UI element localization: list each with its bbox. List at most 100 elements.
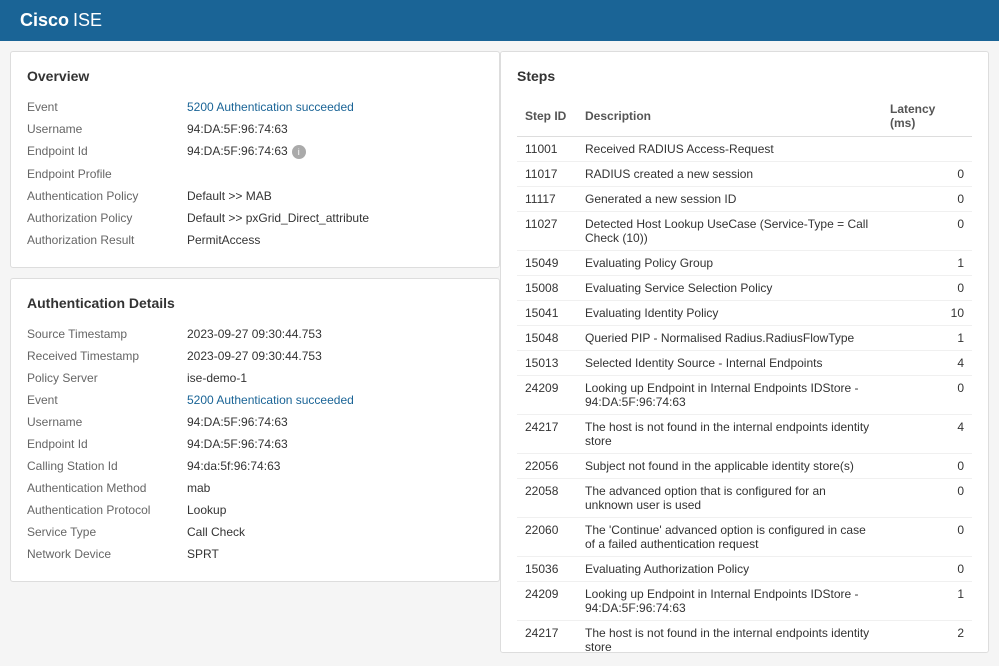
field-value: Default >> MAB [187,189,272,203]
left-panel: Overview Event5200 Authentication succee… [10,51,500,653]
table-row: 15041Evaluating Identity Policy10 [517,301,972,326]
col-header-stepid: Step ID [517,96,577,137]
field-label: Endpoint Id [27,144,187,158]
auth-field-row: Username94:DA:5F:96:74:63 [27,411,483,433]
field-label: Event [27,100,187,114]
step-id-cell: 24209 [517,582,577,621]
step-id-cell: 15008 [517,276,577,301]
step-id-cell: 15013 [517,351,577,376]
step-latency-cell: 0 [882,162,972,187]
step-id-cell: 11017 [517,162,577,187]
auth-details-title: Authentication Details [27,295,483,311]
step-desc-cell: The 'Continue' advanced option is config… [577,518,882,557]
steps-panel: Steps Step ID Description Latency (ms) 1… [500,51,989,653]
auth-field-row: Authentication ProtocolLookup [27,499,483,521]
overview-field-row: Authentication PolicyDefault >> MAB [27,185,483,207]
field-label: Policy Server [27,371,187,385]
step-id-cell: 11117 [517,187,577,212]
field-value: 94:DA:5F:96:74:63 [187,415,288,429]
step-desc-cell: RADIUS created a new session [577,162,882,187]
field-value: ise-demo-1 [187,371,247,385]
step-desc-cell: The host is not found in the internal en… [577,415,882,454]
field-value[interactable]: 5200 Authentication succeeded [187,100,354,114]
brand-ise: ISE [73,10,102,31]
field-value: 94:DA:5F:96:74:63i [187,144,306,159]
steps-tbody: 11001Received RADIUS Access-Request11017… [517,137,972,654]
field-value: 2023-09-27 09:30:44.753 [187,327,322,341]
field-label: Username [27,415,187,429]
table-row: 24217The host is not found in the intern… [517,415,972,454]
step-desc-cell: Evaluating Service Selection Policy [577,276,882,301]
step-id-cell: 24209 [517,376,577,415]
auth-field-row: Authentication Methodmab [27,477,483,499]
overview-card: Overview Event5200 Authentication succee… [10,51,500,268]
field-value: SPRT [187,547,219,561]
step-latency-cell: 4 [882,415,972,454]
field-label: Endpoint Id [27,437,187,451]
step-latency-cell [882,137,972,162]
field-label: Endpoint Profile [27,167,187,181]
step-id-cell: 15048 [517,326,577,351]
field-label: Authentication Protocol [27,503,187,517]
step-latency-cell: 0 [882,376,972,415]
step-id-cell: 15049 [517,251,577,276]
step-latency-cell: 1 [882,251,972,276]
step-id-cell: 22058 [517,479,577,518]
auth-field-row: Endpoint Id94:DA:5F:96:74:63 [27,433,483,455]
steps-table: Step ID Description Latency (ms) 11001Re… [517,96,972,653]
overview-field-row: Endpoint Id94:DA:5F:96:74:63i [27,140,483,163]
field-label: Event [27,393,187,407]
table-row: 15049Evaluating Policy Group1 [517,251,972,276]
step-desc-cell: The advanced option that is configured f… [577,479,882,518]
col-header-desc: Description [577,96,882,137]
info-icon[interactable]: i [292,145,306,159]
step-desc-cell: Looking up Endpoint in Internal Endpoint… [577,376,882,415]
table-row: 15048Queried PIP - Normalised Radius.Rad… [517,326,972,351]
step-id-cell: 15041 [517,301,577,326]
overview-field-row: Endpoint Profile [27,163,483,185]
field-label: Authentication Method [27,481,187,495]
field-value: 94:da:5f:96:74:63 [187,459,280,473]
table-row: 11027Detected Host Lookup UseCase (Servi… [517,212,972,251]
step-latency-cell: 0 [882,518,972,557]
steps-header-row: Step ID Description Latency (ms) [517,96,972,137]
field-value: mab [187,481,210,495]
overview-field-row: Event5200 Authentication succeeded [27,96,483,118]
field-label: Network Device [27,547,187,561]
step-latency-cell: 0 [882,557,972,582]
auth-details-fields: Source Timestamp2023-09-27 09:30:44.753R… [27,323,483,565]
table-row: 22056Subject not found in the applicable… [517,454,972,479]
step-desc-cell: Subject not found in the applicable iden… [577,454,882,479]
field-value[interactable]: 5200 Authentication succeeded [187,393,354,407]
step-latency-cell: 1 [882,326,972,351]
table-row: 24217The host is not found in the intern… [517,621,972,654]
auth-field-row: Service TypeCall Check [27,521,483,543]
step-id-cell: 11001 [517,137,577,162]
step-latency-cell: 2 [882,621,972,654]
overview-field-row: Authorization PolicyDefault >> pxGrid_Di… [27,207,483,229]
step-desc-cell: Generated a new session ID [577,187,882,212]
field-value: Lookup [187,503,226,517]
step-id-cell: 11027 [517,212,577,251]
step-desc-cell: Evaluating Policy Group [577,251,882,276]
table-row: 22058The advanced option that is configu… [517,479,972,518]
auth-field-row: Network DeviceSPRT [27,543,483,565]
auth-field-row: Source Timestamp2023-09-27 09:30:44.753 [27,323,483,345]
step-desc-cell: The host is not found in the internal en… [577,621,882,654]
brand-cisco: Cisco [20,10,69,31]
step-latency-cell: 10 [882,301,972,326]
step-latency-cell: 0 [882,212,972,251]
step-desc-cell: Detected Host Lookup UseCase (Service-Ty… [577,212,882,251]
overview-field-row: Authorization ResultPermitAccess [27,229,483,251]
field-value: Call Check [187,525,245,539]
step-latency-cell: 1 [882,582,972,621]
auth-details-card: Authentication Details Source Timestamp2… [10,278,500,582]
step-desc-cell: Looking up Endpoint in Internal Endpoint… [577,582,882,621]
table-row: 24209Looking up Endpoint in Internal End… [517,376,972,415]
step-id-cell: 15036 [517,557,577,582]
overview-field-row: Username94:DA:5F:96:74:63 [27,118,483,140]
table-row: 15036Evaluating Authorization Policy0 [517,557,972,582]
field-label: Authorization Result [27,233,187,247]
step-latency-cell: 0 [882,479,972,518]
overview-fields: Event5200 Authentication succeededUserna… [27,96,483,251]
